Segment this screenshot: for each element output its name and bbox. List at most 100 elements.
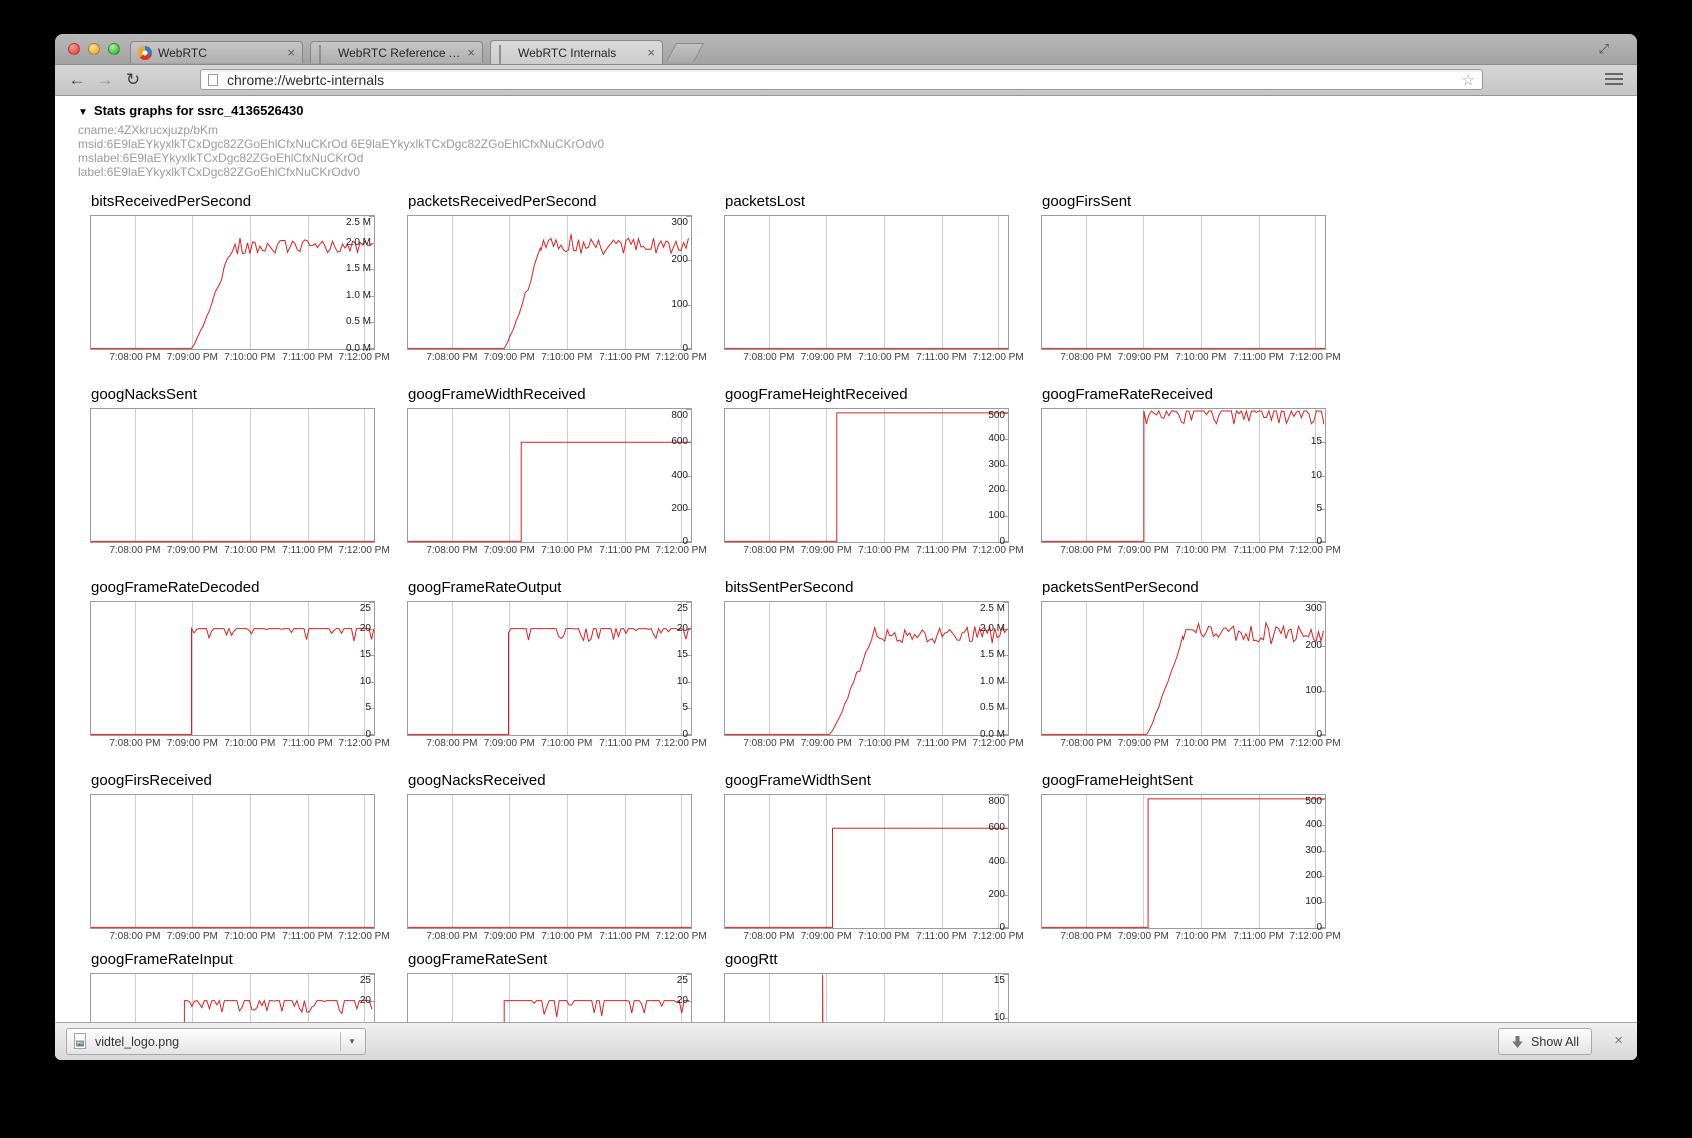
x-axis-label: 7:08:00 PM <box>102 931 168 942</box>
chevron-down-icon[interactable]: ▾ <box>345 1036 359 1047</box>
tab-webrtc-internals[interactable]: WebRTC Internals × <box>490 40 663 64</box>
chart-plot-area: 1510507:08:00 PM7:09:00 PM7:10:00 PM7:11… <box>1041 408 1326 543</box>
y-axis-label: 15 <box>677 1021 688 1022</box>
x-axis-label: 7:08:00 PM <box>736 545 802 556</box>
chart-line <box>408 216 691 349</box>
y-axis-label: 2.0 M <box>980 623 1005 634</box>
collapse-arrow-icon[interactable]: ▼ <box>78 107 88 118</box>
y-axis-label: 0 <box>1316 729 1322 740</box>
x-axis-label: 7:08:00 PM <box>1053 352 1119 363</box>
x-axis-label: 7:08:00 PM <box>419 931 485 942</box>
close-icon[interactable]: × <box>1614 1032 1623 1050</box>
tab-webrtc-reference-app[interactable]: WebRTC Reference App × <box>310 41 483 63</box>
window-minimize-button[interactable] <box>88 43 100 55</box>
new-tab-button[interactable] <box>666 43 704 62</box>
menu-icon[interactable] <box>1605 73 1623 85</box>
x-axis-label: 7:09:00 PM <box>159 738 225 749</box>
show-all-button[interactable]: Show All <box>1498 1028 1592 1055</box>
x-axis-label: 7:09:00 PM <box>159 352 225 363</box>
tab-close-icon[interactable]: × <box>467 46 475 59</box>
y-axis-label: 100 <box>1305 685 1322 696</box>
chart-title: googFrameRateDecoded <box>91 579 373 601</box>
x-axis-label: 7:08:00 PM <box>102 545 168 556</box>
url-text[interactable]: chrome://webrtc-internals <box>227 72 1462 88</box>
chart-title: packetsReceivedPerSecond <box>408 193 690 215</box>
chart-title: googFrameHeightSent <box>1042 772 1324 794</box>
stats-section-title[interactable]: ▼Stats graphs for ssrc_4136526430 <box>78 103 604 118</box>
y-axis-label: 0 <box>682 729 688 740</box>
y-axis-label: 0 <box>1316 922 1322 933</box>
y-axis-label: 25 <box>677 603 688 614</box>
x-axis-label: 7:09:00 PM <box>476 352 542 363</box>
reload-button[interactable]: ↻ <box>121 68 145 92</box>
y-axis-label: 25 <box>677 975 688 986</box>
chart-title: packetsLost <box>725 193 1007 215</box>
stat-chart: googNacksSent7:08:00 PM7:09:00 PM7:10:00… <box>90 386 373 543</box>
chart-plot-area: 80060040020007:08:00 PM7:09:00 PM7:10:00… <box>724 794 1009 929</box>
chart-plot-area: 7:08:00 PM7:09:00 PM7:10:00 PM7:11:00 PM… <box>1041 215 1326 350</box>
y-axis-label: 15 <box>1311 436 1322 447</box>
download-item-button[interactable]: vidtel_logo.png ▾ <box>66 1028 366 1055</box>
stat-chart: bitsReceivedPerSecond2.5 M2.0 M1.5 M1.0 … <box>90 193 373 350</box>
x-axis-label: 7:12:00 PM <box>648 738 714 749</box>
x-axis-label: 7:10:00 PM <box>217 931 283 942</box>
chart-plot-area: 30020010007:08:00 PM7:09:00 PM7:10:00 PM… <box>407 215 692 350</box>
x-axis-label: 7:12:00 PM <box>331 931 397 942</box>
fullscreen-icon[interactable]: ⤢ <box>1599 41 1609 57</box>
tab-close-icon[interactable]: × <box>647 46 655 59</box>
page-content: ▼Stats graphs for ssrc_4136526430 cname:… <box>55 96 1637 1022</box>
stats-header: ▼Stats graphs for ssrc_4136526430 cname:… <box>78 103 604 179</box>
webrtc-logo-icon <box>138 46 152 60</box>
y-axis-label: 2.0 M <box>346 237 371 248</box>
bookmark-star-icon[interactable]: ☆ <box>1462 71 1475 89</box>
chart-plot-area: 50040030020010007:08:00 PM7:09:00 PM7:10… <box>1041 794 1326 929</box>
y-axis-label: 300 <box>671 217 688 228</box>
x-axis-label: 7:09:00 PM <box>159 545 225 556</box>
y-axis-label: 0.5 M <box>346 316 371 327</box>
chart-title: bitsReceivedPerSecond <box>91 193 373 215</box>
chart-title: googFrameWidthSent <box>725 772 1007 794</box>
x-axis-label: 7:08:00 PM <box>419 352 485 363</box>
chart-plot-area: 80060040020007:08:00 PM7:09:00 PM7:10:00… <box>407 408 692 543</box>
chart-plot-area: 25201510507:08:00 PM7:09:00 PM7:10:00 PM… <box>407 973 692 1022</box>
chart-line <box>408 409 691 542</box>
tab-webrtc[interactable]: WebRTC × <box>130 41 303 63</box>
tab-label: WebRTC Reference App <box>338 46 461 60</box>
stat-chart: googFrameRateDecoded25201510507:08:00 PM… <box>90 579 373 736</box>
back-button[interactable]: ← <box>65 68 89 92</box>
x-axis-label: 7:09:00 PM <box>1110 545 1176 556</box>
chart-line <box>1042 409 1325 542</box>
tab-close-icon[interactable]: × <box>287 46 295 59</box>
y-axis-label: 0 <box>365 729 371 740</box>
chart-title: googFirsSent <box>1042 193 1324 215</box>
label-line: label:6E9laEYkyxlkTCxDgc82ZGoEhlCfxNuCKr… <box>78 165 604 179</box>
window-zoom-button[interactable] <box>108 43 120 55</box>
stat-chart: packetsReceivedPerSecond30020010007:08:0… <box>407 193 690 350</box>
stat-chart: googRtt1510507:08:00 PM7:09:00 PM7:10:00… <box>724 951 1007 1022</box>
chart-plot-area: 25201510507:08:00 PM7:09:00 PM7:10:00 PM… <box>407 601 692 736</box>
chart-line <box>725 602 1008 735</box>
x-axis-label: 7:10:00 PM <box>217 545 283 556</box>
address-bar[interactable]: chrome://webrtc-internals ☆ <box>200 69 1483 90</box>
x-axis-label: 7:10:00 PM <box>217 738 283 749</box>
chart-line <box>91 216 374 349</box>
chart-plot-area: 50040030020010007:08:00 PM7:09:00 PM7:10… <box>724 408 1009 543</box>
x-axis-label: 7:09:00 PM <box>476 931 542 942</box>
stat-chart: googFrameWidthReceived80060040020007:08:… <box>407 386 690 543</box>
y-axis-label: 500 <box>1305 796 1322 807</box>
forward-button[interactable]: → <box>93 68 117 92</box>
y-axis-label: 0 <box>999 922 1005 933</box>
chart-title: googFrameHeightReceived <box>725 386 1007 408</box>
download-filename: vidtel_logo.png <box>95 1035 336 1049</box>
tab-label: WebRTC Internals <box>518 46 641 60</box>
chart-line <box>91 409 374 542</box>
x-axis-label: 7:12:00 PM <box>965 931 1031 942</box>
window-close-button[interactable] <box>68 43 80 55</box>
chart-line <box>725 974 1008 1022</box>
y-axis-label: 0 <box>682 536 688 547</box>
tab-label: WebRTC <box>158 46 281 60</box>
x-axis-label: 7:09:00 PM <box>793 931 859 942</box>
chart-plot-area: 7:08:00 PM7:09:00 PM7:10:00 PM7:11:00 PM… <box>90 794 375 929</box>
x-axis-label: 7:12:00 PM <box>648 931 714 942</box>
stat-chart: googFrameHeightReceived50040030020010007… <box>724 386 1007 543</box>
